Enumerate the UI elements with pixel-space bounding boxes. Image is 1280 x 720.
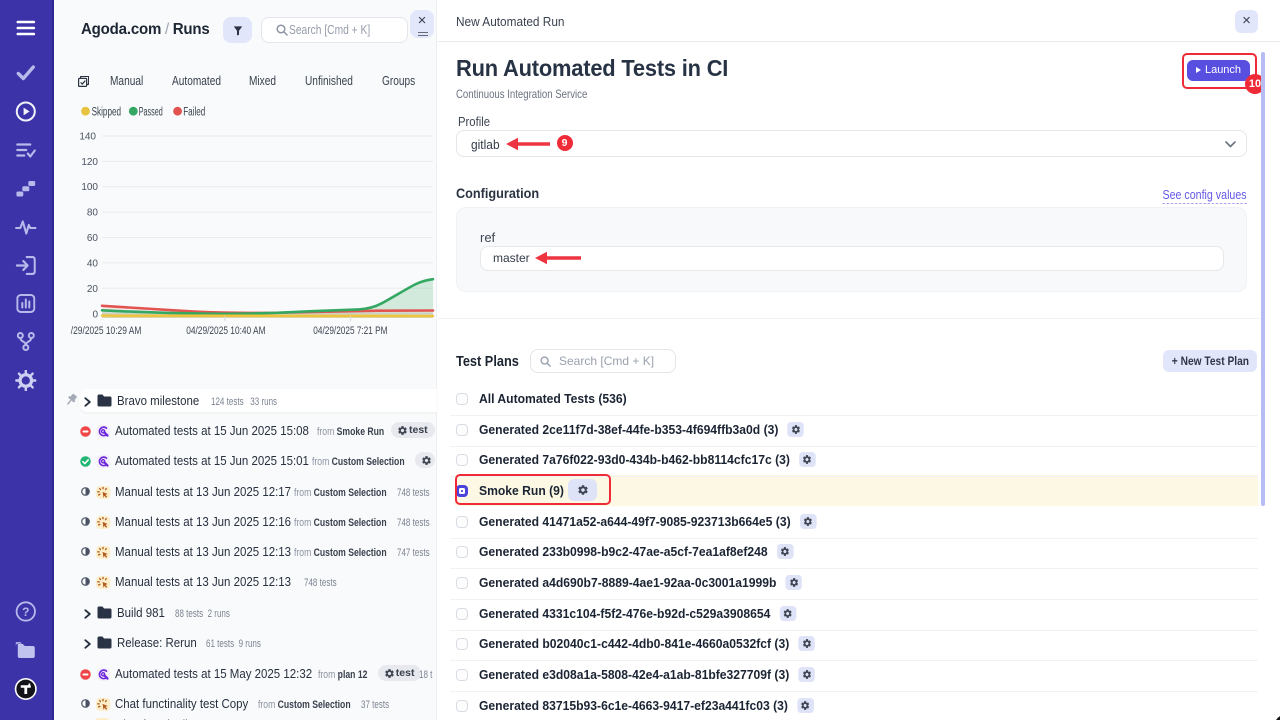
svg-text:100: 100 — [81, 182, 98, 193]
svg-text:04/29/2025 10:40 AM: 04/29/2025 10:40 AM — [186, 325, 265, 337]
svg-text:0: 0 — [92, 310, 98, 321]
svg-text:60: 60 — [87, 233, 99, 244]
svg-text:40: 40 — [87, 259, 99, 270]
svg-text:?: ? — [22, 605, 29, 619]
svg-text:/29/2025 10:29 AM: /29/2025 10:29 AM — [71, 325, 142, 337]
svg-text:20: 20 — [87, 284, 99, 295]
svg-text:140: 140 — [79, 132, 96, 143]
svg-text:04/29/2025 7:21 PM: 04/29/2025 7:21 PM — [313, 325, 387, 337]
svg-text:80: 80 — [87, 208, 99, 219]
svg-text:120: 120 — [81, 157, 98, 168]
